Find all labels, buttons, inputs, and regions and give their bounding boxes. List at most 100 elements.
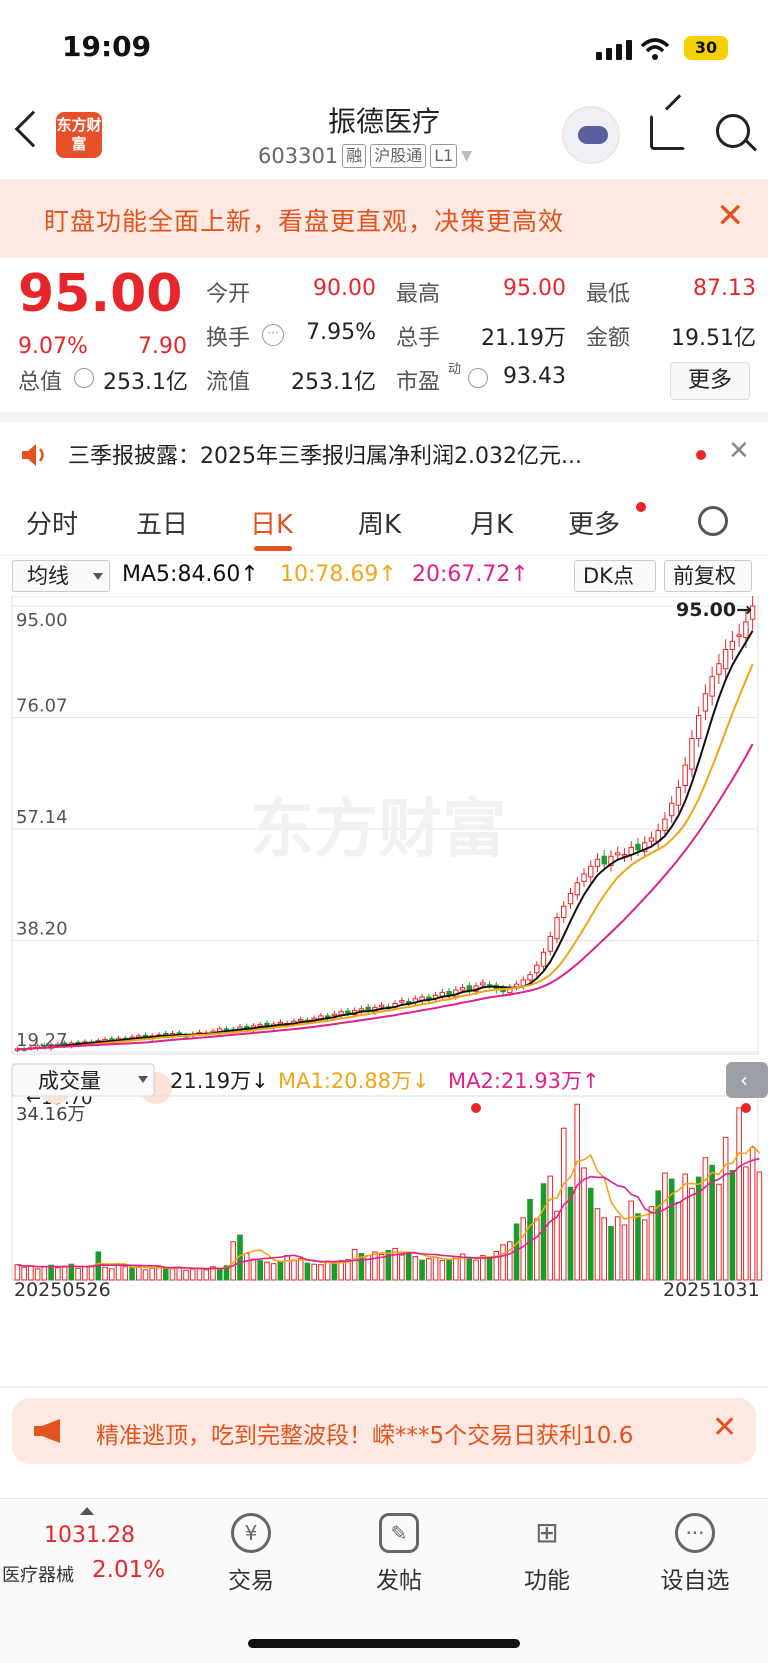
volume-bar: [554, 1210, 560, 1281]
volume-bar: [722, 1136, 729, 1281]
candle-body: [635, 843, 641, 851]
more-button[interactable]: 更多: [670, 362, 750, 400]
volume-bar: [506, 1241, 513, 1281]
ma10-value: 10:78.69↑: [280, 562, 397, 587]
volume-bar: [61, 1265, 68, 1281]
share-icon[interactable]: [650, 114, 686, 150]
index-percent: 2.01%: [92, 1557, 166, 1583]
volume-bar: [216, 1268, 223, 1281]
volume-bar: [581, 1167, 587, 1281]
gear-icon[interactable]: [698, 506, 728, 536]
candle-body: [682, 764, 688, 787]
volume-bar: [135, 1265, 142, 1281]
nav-header: 东方财富 振德医疗 603301 融 沪股通 L1 ▼: [0, 92, 768, 180]
add-watchlist-button[interactable]: ··· 设自选: [640, 1513, 750, 1595]
volume-bar: [243, 1253, 250, 1281]
close-icon[interactable]: ✕: [728, 436, 750, 466]
ma5-value: MA5:84.60↑: [122, 562, 259, 587]
adjust-button[interactable]: 前复权: [664, 560, 752, 592]
candle-body: [709, 676, 715, 697]
volume-bar: [682, 1173, 688, 1281]
info-icon[interactable]: [74, 368, 94, 388]
more-dots-icon: ···: [675, 1513, 715, 1553]
volume-bar: [675, 1202, 682, 1281]
dk-label: DK点: [583, 564, 634, 588]
volume-bar: [14, 1264, 21, 1281]
indicator-select-label: 均线: [27, 564, 69, 588]
volume-bar: [291, 1259, 297, 1281]
last-price: 95.00: [18, 264, 183, 324]
candle-body: [594, 858, 601, 867]
info-icon[interactable]: ···: [262, 324, 284, 346]
change-value: 7.90: [138, 334, 187, 359]
x-start-date: 20250526: [14, 1279, 111, 1301]
chevron-left-icon: ‹: [740, 1068, 748, 1092]
change-percent: 9.07%: [18, 334, 88, 359]
trade-button[interactable]: ¥ 交易: [196, 1513, 306, 1595]
home-indicator: [248, 1639, 520, 1648]
y-tick-label: 95.00: [16, 610, 68, 631]
volume-bar: [453, 1256, 459, 1281]
index-name[interactable]: 医疗器械: [2, 1561, 74, 1587]
news-ticker[interactable]: 三季报披露：2025年三季报归属净利润2.032亿元... ✕: [0, 420, 768, 488]
tab-more[interactable]: 更多: [568, 504, 620, 541]
candle-body: [689, 738, 695, 770]
volume-bar: [250, 1258, 257, 1281]
functions-button[interactable]: ⊞ 功能: [492, 1513, 602, 1595]
y-tick-label: 57.14: [16, 807, 68, 828]
volume-bar: [311, 1263, 317, 1281]
promo-banner[interactable]: 精准逃顶，吃到完整波段！嵘***5个交易日获利10.6 ✕: [12, 1398, 756, 1464]
cellular-signal-icon: [596, 40, 632, 60]
feature-banner[interactable]: 盯盘功能全面上新，看盘更直观，决策更高效 ✕: [0, 180, 768, 258]
volume-bar: [749, 1147, 756, 1281]
close-icon[interactable]: ✕: [716, 196, 745, 236]
volume-bar: [594, 1208, 601, 1281]
pe-label: 市盈: [396, 370, 441, 395]
volume-bar: [277, 1261, 284, 1281]
indicator-select[interactable]: 均线: [12, 560, 110, 592]
tag-margin: 融: [342, 144, 367, 168]
volume-bar: [399, 1254, 405, 1281]
volume-bar: [196, 1267, 203, 1281]
watermark: 东方财富: [250, 793, 506, 867]
ma20-value: 20:67.72↑: [412, 562, 529, 587]
y-tick-label: 38.20: [16, 919, 68, 940]
event-dot[interactable]: [741, 1103, 751, 1113]
volume-bar: [372, 1251, 378, 1281]
assistant-avatar[interactable]: [562, 106, 620, 164]
kline-svg[interactable]: 东方财富 95.0076.0757.1438.2019.27 95.00→ ←1…: [0, 594, 768, 1386]
event-dot[interactable]: [471, 1103, 481, 1113]
search-icon[interactable]: [716, 114, 750, 148]
low-value: 87.13: [693, 276, 756, 301]
volume-bar: [203, 1269, 210, 1281]
index-value[interactable]: 1031.28: [44, 1523, 135, 1548]
candle-body: [648, 837, 655, 842]
kline-chart-area[interactable]: 东方财富 95.0076.0757.1438.2019.27 95.00→ ←1…: [0, 594, 768, 1386]
post-button[interactable]: ✎ 发帖: [344, 1513, 454, 1595]
candle-body: [702, 693, 709, 712]
post-label: 发帖: [376, 1568, 422, 1594]
tab-weekly-k[interactable]: 周K: [358, 504, 401, 541]
dk-point-button[interactable]: DK点: [574, 560, 656, 592]
bottom-toolbar: 1031.28 医疗器械 2.01% ¥ 交易 ✎ 发帖 ⊞ 功能 ··· 设自…: [0, 1498, 768, 1663]
volume-bar: [662, 1172, 668, 1281]
volume-bar: [480, 1255, 486, 1281]
volume-bar: [405, 1251, 412, 1281]
tab-intraday[interactable]: 分时: [26, 504, 78, 541]
close-icon[interactable]: ✕: [712, 1410, 737, 1445]
volume-bar: [176, 1266, 183, 1281]
candle-body: [581, 873, 587, 882]
grid-icon: ⊞: [535, 1516, 559, 1549]
volume-bar: [641, 1219, 648, 1281]
tab-five-day[interactable]: 五日: [136, 504, 188, 541]
volume-bar: [716, 1183, 722, 1281]
tab-monthly-k[interactable]: 月K: [470, 504, 513, 541]
volume-bar: [169, 1268, 176, 1281]
volume-bar: [587, 1187, 594, 1281]
caret-up-icon: [80, 1507, 94, 1515]
stock-code-row[interactable]: 603301 融 沪股通 L1 ▼: [258, 144, 472, 168]
tab-daily-k[interactable]: 日K: [250, 504, 293, 541]
candle-body: [378, 1004, 385, 1008]
status-time: 19:09: [62, 30, 152, 63]
info-icon[interactable]: [468, 368, 488, 388]
